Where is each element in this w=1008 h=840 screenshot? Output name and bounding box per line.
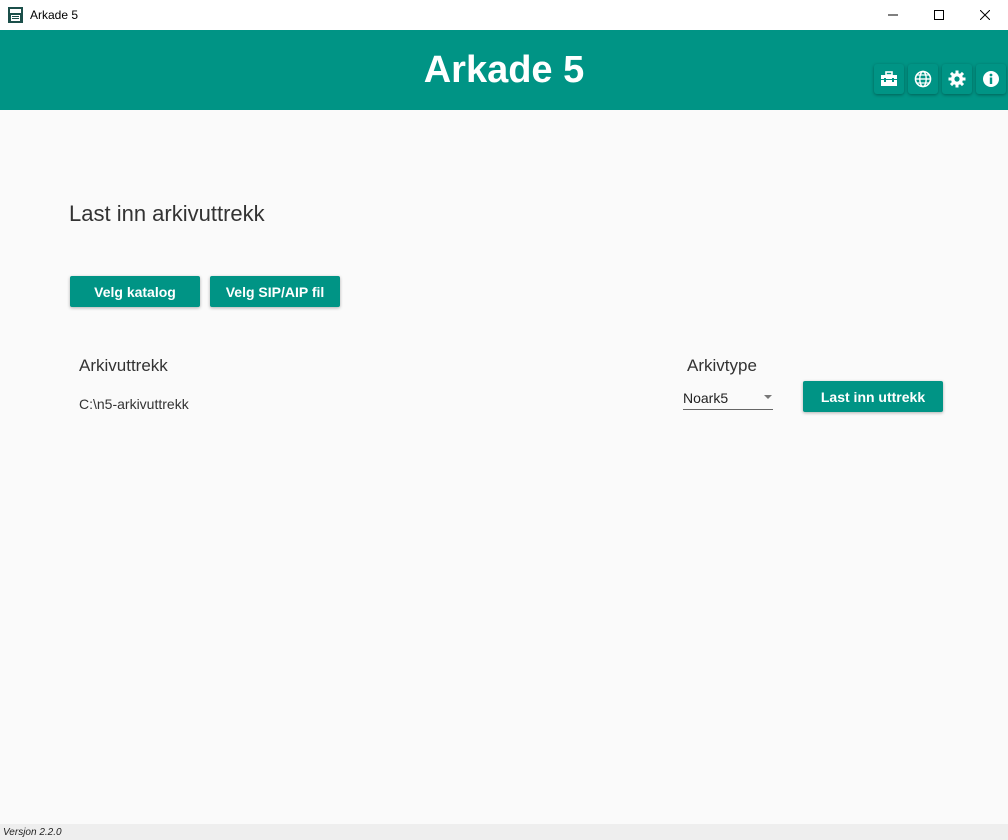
app-window: Arkade 5 Arkade 5 Last inn arkivuttrekk … xyxy=(0,0,1008,840)
settings-button[interactable] xyxy=(942,64,972,94)
title-bar: Arkade 5 xyxy=(0,0,1008,30)
info-icon xyxy=(983,71,999,87)
tools-button[interactable] xyxy=(874,64,904,94)
chevron-down-icon xyxy=(764,395,772,399)
info-button[interactable] xyxy=(976,64,1006,94)
maximize-button[interactable] xyxy=(916,0,962,30)
archive-extract-label: Arkivuttrekk xyxy=(79,356,168,375)
select-sip-aip-file-button[interactable]: Velg SIP/AIP fil xyxy=(210,276,340,307)
load-extract-button[interactable]: Last inn uttrekk xyxy=(803,381,943,412)
archive-extract-path: C:\n5-arkivuttrekk xyxy=(79,396,189,412)
app-title: Arkade 5 xyxy=(423,49,585,91)
select-directory-button[interactable]: Velg katalog xyxy=(70,276,200,307)
minimize-icon xyxy=(888,14,898,16)
archive-type-select[interactable]: Noark5 xyxy=(683,386,773,410)
version-number: 2.2.0 xyxy=(39,827,62,838)
window-title: Arkade 5 xyxy=(30,8,79,22)
archive-type-label: Arkivtype xyxy=(687,356,757,375)
archive-type-selected: Noark5 xyxy=(683,390,729,406)
close-icon xyxy=(980,10,990,20)
version-label: Versjon xyxy=(3,827,37,838)
status-bar: Versjon 2.2.0 xyxy=(0,824,1008,840)
version-text: Versjon 2.2.0 xyxy=(3,826,62,839)
maximize-icon xyxy=(934,10,944,20)
close-button[interactable] xyxy=(962,0,1008,30)
page-title: Last inn arkivuttrekk xyxy=(69,201,265,226)
language-button[interactable] xyxy=(908,64,938,94)
app-icon xyxy=(8,7,23,23)
gear-icon xyxy=(948,70,966,88)
app-header: Arkade 5 xyxy=(0,30,1008,110)
minimize-button[interactable] xyxy=(870,0,916,30)
globe-icon xyxy=(914,70,932,88)
toolbox-icon xyxy=(881,71,897,86)
